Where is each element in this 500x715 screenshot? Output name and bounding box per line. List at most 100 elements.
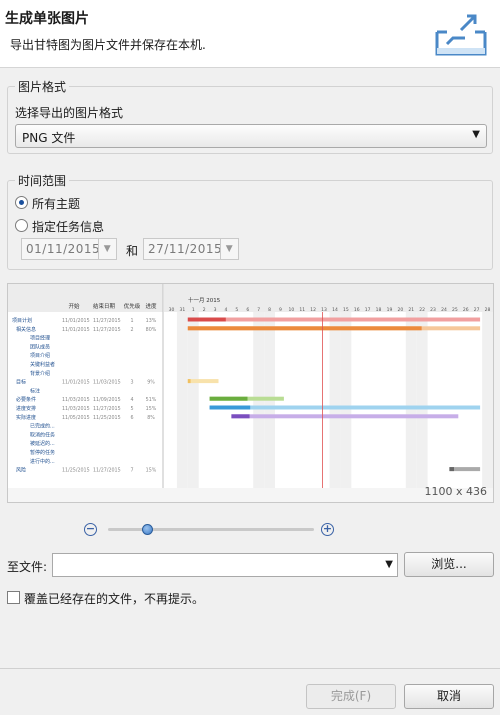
gantt-day-label: 4: [225, 307, 228, 313]
gantt-task-end: 11/27/2015: [93, 327, 121, 333]
gantt-day-label: 3: [214, 307, 217, 313]
finish-button[interactable]: 完成(F): [306, 684, 396, 709]
gantt-task-start: 11/01/2015: [62, 380, 90, 386]
gantt-preview[interactable]: 开始 结束日期 优先级 进度 十一月 2015 30 31 1 2 3 4 5 6 7 8 9 10 11 12 13…: [7, 283, 494, 503]
gantt-task-progress-bar: [187, 326, 422, 331]
gantt-task-name: 项目介绍: [30, 352, 50, 359]
gantt-weekend-column: [405, 312, 417, 488]
specified-tasks-label: 指定任务信息: [32, 220, 105, 234]
gantt-day-label: 13: [321, 307, 327, 313]
gantt-task-name: 项目经理: [30, 335, 50, 342]
gantt-weekend-column: [340, 312, 352, 488]
gantt-day-label: 17: [365, 307, 371, 313]
cancel-button[interactable]: 取消: [404, 684, 494, 709]
gantt-task-end: 11/09/2015: [93, 397, 121, 403]
gantt-task-name: 项目计划: [12, 317, 32, 324]
gantt-day-label: 25: [452, 307, 458, 313]
gantt-day-label: 9: [279, 307, 282, 313]
gantt-day-label: 10: [288, 307, 294, 313]
browse-button[interactable]: 浏览...: [404, 552, 494, 577]
chevron-down-icon: ▼: [98, 239, 116, 259]
gantt-task-name: 标注: [30, 387, 40, 394]
gantt-task-priority: 6: [130, 415, 133, 421]
format-select[interactable]: PNG 文件 ▼: [15, 124, 487, 148]
gantt-task-progress-bar: [449, 467, 455, 472]
gantt-task-start: 11/03/2015: [62, 406, 90, 412]
gantt-task-name: 风险: [16, 467, 26, 474]
gantt-task-name: 团队成员: [30, 343, 50, 350]
time-range-group: 时间范围 所有主题 指定任务信息 01/11/2015 ▼ 和 27/11/20…: [7, 172, 493, 270]
dialog-title: 生成单张图片: [5, 11, 89, 27]
gantt-task-name: 进行中的...: [30, 458, 55, 465]
gantt-day-label: 30: [169, 307, 175, 313]
gantt-day-label: 24: [441, 307, 447, 313]
zoom-control: − +: [84, 520, 334, 540]
gantt-task-priority: 3: [130, 380, 133, 386]
gantt-task-end: 11/27/2015: [93, 468, 121, 474]
gantt-task-priority: 2: [130, 327, 133, 333]
gantt-chart: 开始 结束日期 优先级 进度十一月 201530 31 1 2 3 4 5 6 7 8 9 10 11 12 13…: [8, 284, 493, 488]
gantt-task-priority: 5: [130, 406, 133, 412]
gantt-task-progress-bar: [187, 317, 226, 322]
and-label: 和: [126, 244, 139, 258]
zoom-in-button[interactable]: +: [321, 523, 334, 536]
gantt-task-start: 11/01/2015: [62, 318, 90, 324]
file-label: 至文件:: [7, 560, 48, 574]
gantt-task-bar: [187, 379, 219, 384]
gantt-task-progress: 13%: [146, 318, 157, 324]
gantt-task-start: 11/25/2015: [62, 468, 90, 474]
gantt-day-label: 26: [463, 307, 469, 313]
format-legend: 图片格式: [15, 78, 70, 95]
gantt-task-priority: 7: [130, 468, 133, 474]
overwrite-label: 覆盖已经存在的文件，不再提示。: [24, 592, 205, 606]
format-selected-value: PNG 文件: [22, 131, 76, 145]
dialog-header: 生成单张图片 导出甘特图为图片文件并保存在本机.: [0, 0, 500, 68]
gantt-task-priority: 1: [130, 318, 133, 324]
gantt-task-end: 11/27/2015: [93, 318, 121, 324]
chevron-down-icon: ▼: [220, 239, 238, 259]
gantt-day-label: 27: [474, 307, 480, 313]
start-date-value: 01/11/2015: [26, 242, 101, 256]
image-dimensions: 1100 x 436: [424, 485, 488, 498]
gantt-day-label: 18: [376, 307, 382, 313]
gantt-task-end: 11/03/2015: [93, 380, 121, 386]
start-date-field[interactable]: 01/11/2015 ▼: [21, 238, 117, 260]
gantt-task-progress: 51%: [146, 397, 157, 403]
gantt-task-bar: [231, 414, 459, 419]
gantt-task-name: 暂停的任务: [30, 449, 55, 456]
zoom-track[interactable]: [108, 528, 314, 531]
gantt-task-progress: 9%: [147, 380, 155, 386]
gantt-weekend-column: [416, 312, 428, 488]
gantt-task-progress: 15%: [146, 406, 157, 412]
gantt-weekend-column: [482, 312, 493, 488]
zoom-out-button[interactable]: −: [84, 523, 97, 536]
gantt-task-name: 被延迟的...: [30, 440, 55, 447]
gantt-task-priority: 4: [130, 397, 133, 403]
gantt-column-header: 进度: [145, 302, 157, 310]
gantt-task-name: 进度安排: [16, 405, 36, 412]
gantt-task-name: 背景介绍: [30, 370, 50, 377]
time-range-legend: 时间范围: [15, 172, 70, 189]
gantt-column-header: 优先级: [124, 302, 141, 310]
gantt-day-label: 6: [246, 307, 249, 313]
gantt-task-name: 取消的任务: [30, 431, 55, 438]
zoom-slider-thumb[interactable]: [142, 524, 154, 535]
file-path-input[interactable]: ▼: [52, 553, 398, 577]
gantt-task-progress-bar: [209, 405, 251, 410]
gantt-day-label: 16: [354, 307, 360, 313]
specified-tasks-radio[interactable]: [15, 219, 28, 232]
overwrite-checkbox[interactable]: [7, 591, 20, 604]
gantt-task-progress: 8%: [147, 415, 155, 421]
gantt-task-progress: 80%: [146, 327, 157, 333]
all-topics-radio[interactable]: [15, 196, 28, 209]
gantt-task-start: 11/05/2015: [62, 415, 90, 421]
gantt-task-progress-bar: [231, 414, 250, 419]
end-date-field[interactable]: 27/11/2015 ▼: [143, 238, 239, 260]
gantt-day-label: 2: [203, 307, 206, 313]
format-group: 图片格式 选择导出的图片格式 PNG 文件 ▼: [7, 78, 493, 154]
gantt-column-header: 结束日期: [93, 302, 116, 310]
gantt-task-end: 11/27/2015: [93, 406, 121, 412]
gantt-task-name: 关键利益者: [30, 361, 55, 368]
gantt-task-name: 实际进度: [16, 414, 36, 421]
gantt-task-progress-bar: [209, 396, 248, 401]
